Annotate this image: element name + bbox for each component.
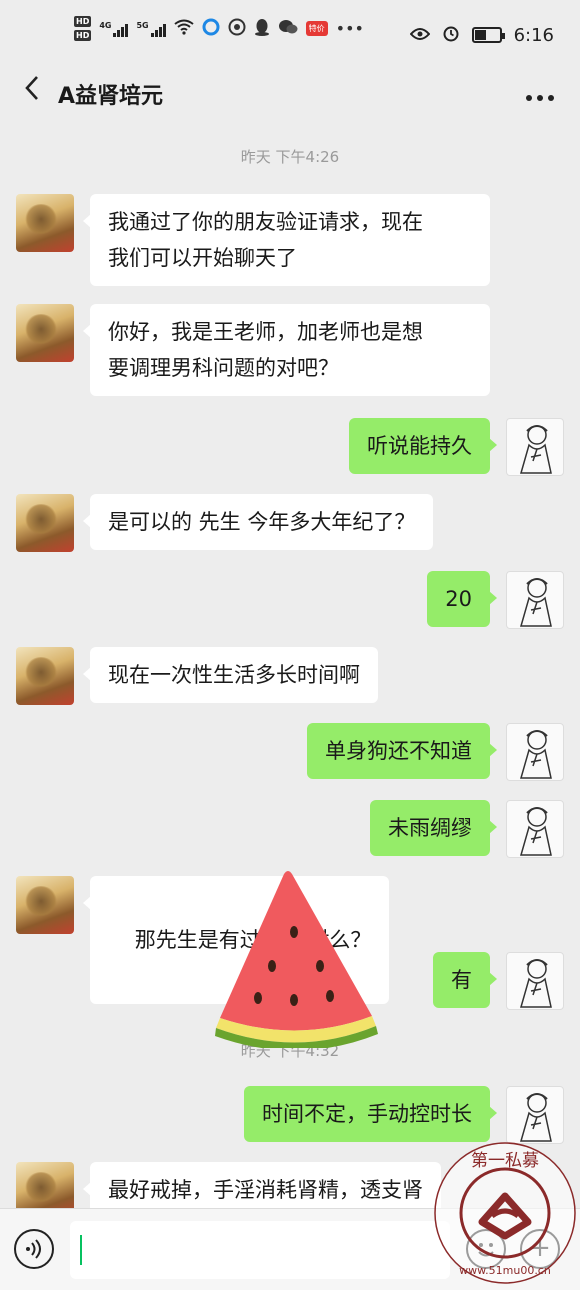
sketch-man-avatar-icon: [520, 425, 552, 474]
browser-icon: [202, 18, 220, 40]
app-icon: [228, 18, 246, 40]
message-text-line: 我们可以开始聊天了: [108, 246, 297, 270]
my-avatar[interactable]: [506, 952, 564, 1010]
stamp-url: www.51mu00.cn: [459, 1264, 551, 1277]
eye-icon: [409, 26, 430, 45]
sketch-man-avatar-icon: [520, 578, 552, 627]
wifi-icon: [174, 19, 194, 39]
message-bubble-outgoing[interactable]: 单身狗还不知道: [307, 723, 497, 779]
message-bubble-outgoing[interactable]: 时间不定，手动控时长: [244, 1086, 497, 1142]
message-text: 最好戒掉，手淫消耗肾精，透支肾: [108, 1178, 423, 1202]
message-text: 时间不定，手动控时长: [262, 1102, 472, 1126]
wechat-icon: [278, 19, 298, 39]
message-text: 单身狗还不知道: [325, 739, 472, 763]
message-text: 是可以的 先生 今年多大年纪了？: [108, 510, 416, 534]
watermelon-sticker-icon: [215, 871, 378, 1048]
message-bubble-outgoing[interactable]: 听说能持久: [349, 418, 497, 474]
my-avatar[interactable]: [506, 723, 564, 781]
chevron-left-icon: [25, 76, 38, 100]
message-bubble-outgoing[interactable]: 20: [427, 571, 497, 627]
status-left: HD HD 4G 5G 特价 •••: [74, 16, 364, 41]
voice-icon: [26, 1239, 41, 1259]
hd-badge-2: HD: [74, 30, 92, 41]
message-text: 未雨绸缪: [388, 816, 472, 840]
sketch-man-avatar-icon: [520, 959, 552, 1008]
text-cursor: [80, 1235, 82, 1265]
message-bubble-incoming[interactable]: 是可以的 先生 今年多大年纪了？: [82, 494, 434, 550]
message-text: 现在一次性生活多长时间啊: [108, 663, 360, 687]
my-avatar[interactable]: [506, 571, 564, 629]
message-bubble-incoming[interactable]: 你好，我是王老师，加老师也是想 要调理男科问题的对吧？: [83, 304, 490, 396]
battery-icon: [471, 27, 505, 43]
stamp-watermark-icon: 第一私募 www.51mu00.cn: [434, 1142, 576, 1284]
my-avatar[interactable]: [506, 800, 564, 858]
more-dots-icon: [526, 95, 554, 101]
voice-input-button[interactable]: [14, 1229, 54, 1269]
my-avatar[interactable]: [506, 1086, 564, 1144]
more-notifications-icon: •••: [335, 18, 364, 38]
status-bar: HD HD 4G 5G 特价 ••• 6:16: [0, 0, 580, 64]
shop-badge-icon: 特价: [305, 21, 328, 36]
contact-avatar[interactable]: [16, 194, 74, 252]
chat-title: A益肾培元: [58, 84, 164, 109]
message-timestamp: 昨天 下午4:26: [240, 148, 340, 166]
sketch-man-avatar-icon: [520, 1093, 552, 1142]
stamp-title: 第一私募: [471, 1151, 539, 1171]
signal-5g-icon: 5G: [136, 21, 166, 37]
signal-4g-icon: 4G: [99, 21, 129, 37]
hd-indicators: HD HD: [74, 16, 92, 41]
contact-avatar[interactable]: [16, 304, 74, 362]
clock: 6:16: [513, 24, 554, 46]
back-button[interactable]: [14, 74, 50, 114]
sketch-man-avatar-icon: [520, 730, 552, 779]
contact-avatar[interactable]: [16, 876, 74, 934]
message-input[interactable]: [70, 1221, 450, 1279]
message-text: 20: [445, 587, 472, 611]
status-right: 6:16: [409, 24, 554, 46]
message-text-line: 我通过了你的朋友验证请求，现在: [108, 210, 423, 234]
contact-avatar[interactable]: [16, 647, 74, 705]
my-avatar[interactable]: [506, 418, 564, 476]
more-options-button[interactable]: [520, 74, 560, 114]
chat-header: A益肾培元: [0, 64, 580, 126]
hd-badge-1: HD: [74, 16, 92, 27]
message-text: 听说能持久: [367, 434, 472, 458]
message-bubble-outgoing[interactable]: 有: [433, 952, 497, 1008]
sketch-man-avatar-icon: [520, 807, 552, 856]
alarm-icon: [442, 24, 460, 46]
message-bubble-outgoing[interactable]: 未雨绸缪: [370, 800, 497, 856]
message-bubble-incoming[interactable]: 现在一次性生活多长时间啊: [83, 647, 378, 703]
contact-avatar[interactable]: [16, 494, 74, 552]
message-text: 有: [451, 968, 472, 992]
message-bubble-incoming[interactable]: 我通过了你的朋友验证请求，现在 我们可以开始聊天了: [83, 194, 490, 286]
qq-icon: [254, 18, 270, 40]
message-text-line: 你好，我是王老师，加老师也是想: [108, 320, 423, 344]
message-text-line: 要调理男科问题的对吧？: [108, 356, 339, 380]
